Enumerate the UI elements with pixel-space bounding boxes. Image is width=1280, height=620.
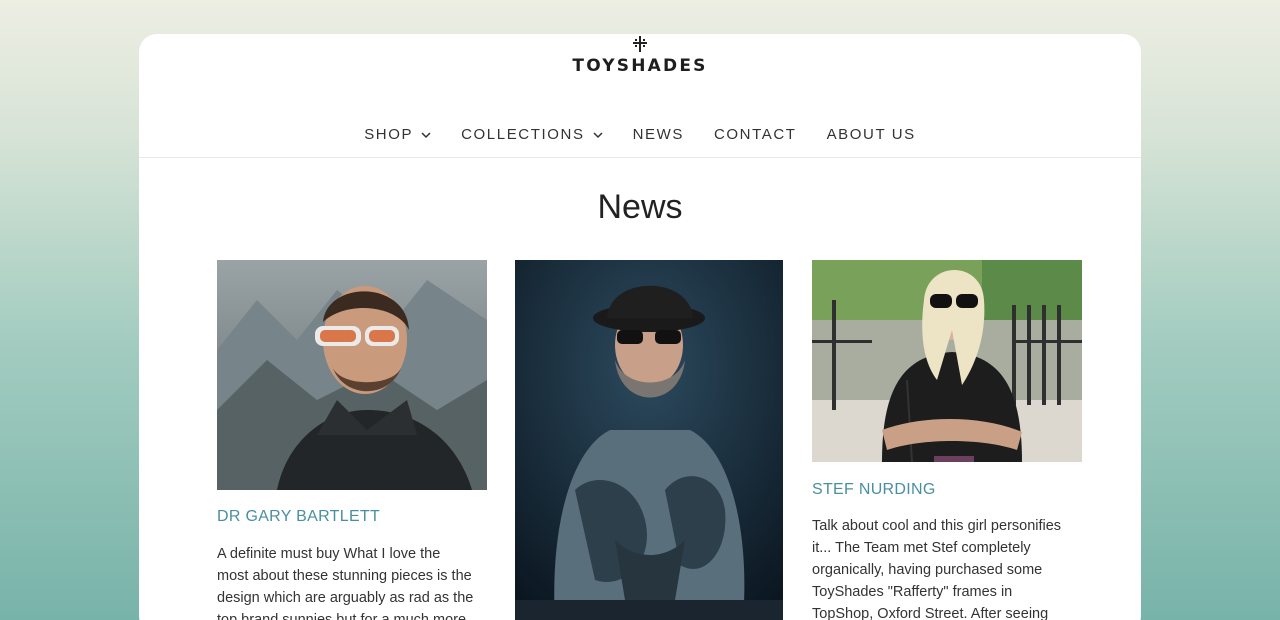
excerpt-line: top brand sunnies but for a much more — [217, 612, 467, 620]
news-post-card — [515, 260, 785, 620]
post-excerpt: Talk about cool and this girl personifie… — [812, 515, 1084, 620]
page-title: News — [597, 188, 683, 226]
post-title[interactable]: STEF NURDING — [812, 481, 936, 499]
nav-label-news: NEWS — [632, 126, 684, 143]
nav-item-shop[interactable]: SHOP — [364, 126, 431, 143]
excerpt-line: A definite must buy What I love the — [217, 546, 441, 562]
site-logo[interactable]: TOYSHADES — [139, 36, 1141, 76]
page-card: TOYSHADES SHOP COLLECTIONS NEWS CONTACT … — [139, 34, 1141, 620]
news-post-card: STEF NURDING Talk about cool and this gi… — [812, 260, 1082, 620]
excerpt-line: organically, having purchased some — [812, 562, 1043, 578]
main-nav: SHOP COLLECTIONS NEWS CONTACT ABOUT US — [139, 126, 1141, 143]
post-image[interactable] — [515, 260, 783, 620]
cross-ornament-icon — [633, 36, 647, 52]
post-image[interactable] — [217, 260, 487, 490]
excerpt-line: Talk about cool and this girl personifie… — [812, 518, 1062, 534]
chevron-down-icon — [593, 131, 603, 138]
post-excerpt: A definite must buy What I love the most… — [217, 543, 489, 620]
nav-label-contact: CONTACT — [713, 126, 797, 143]
nav-item-news[interactable]: NEWS — [633, 126, 684, 143]
nav-item-contact[interactable]: CONTACT — [714, 126, 797, 143]
excerpt-line: it... The Team met Stef completely — [812, 540, 1031, 556]
nav-label-shop: SHOP — [364, 126, 414, 143]
post-image[interactable] — [812, 260, 1082, 462]
nav-item-about-us[interactable]: ABOUT US — [827, 126, 916, 143]
nav-label-about-us: ABOUT US — [826, 126, 916, 143]
header-divider — [139, 157, 1141, 158]
excerpt-line: most about these stunning pieces is the — [217, 568, 472, 584]
nav-item-collections[interactable]: COLLECTIONS — [461, 126, 603, 143]
excerpt-line: TopShop, Oxford Street. After seeing — [812, 606, 1049, 620]
news-post-card: DR GARY BARTLETT A definite must buy Wha… — [217, 260, 487, 620]
brand-name: TOYSHADES — [572, 56, 708, 76]
excerpt-line: ToyShades "Rafferty" frames in — [812, 584, 1013, 600]
post-title[interactable]: DR GARY BARTLETT — [217, 508, 380, 526]
chevron-down-icon — [421, 131, 431, 138]
nav-label-collections: COLLECTIONS — [461, 126, 585, 143]
excerpt-line: design which are arguably as rad as the — [217, 590, 474, 606]
